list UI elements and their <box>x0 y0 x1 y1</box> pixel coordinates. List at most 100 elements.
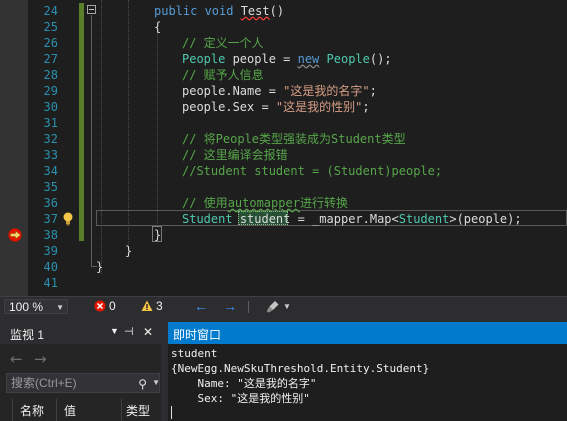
breakpoint-arrow-icon[interactable] <box>8 228 24 242</box>
code-token-type: Student <box>398 212 450 226</box>
code-token-comment: // 定义一个人 <box>182 36 264 50</box>
immediate-window-title: 即时窗口 <box>173 328 222 342</box>
watch-panel-header[interactable]: 监视 1 ▼ ⊣ ✕ <box>0 322 161 344</box>
code-line-32: // 将People类型强装成为Student类型 <box>182 131 406 147</box>
code-token-type: Student <box>182 212 233 226</box>
text-caret <box>171 406 172 419</box>
error-icon[interactable] <box>94 300 106 312</box>
code-line-30: people.Sex = "这是我的性别"; <box>182 99 370 115</box>
code-token-type: People <box>182 52 226 66</box>
chevron-down-icon: ▼ <box>56 303 64 312</box>
code-token-text: (); <box>369 52 392 66</box>
line-number: 30 <box>43 100 58 114</box>
column-divider <box>12 399 13 421</box>
arrow-left-icon[interactable]: ← <box>10 350 23 368</box>
zoom-value: 100 % <box>9 300 44 314</box>
code-token-comment: // 将People类型强装成为Student类型 <box>182 132 406 146</box>
line-number: 34 <box>43 164 58 178</box>
chevron-down-icon[interactable]: ▼ <box>110 326 119 336</box>
lightbulb-icon[interactable] <box>60 211 76 227</box>
code-token-comment: // 这里编译会报错 <box>182 148 288 162</box>
zoom-select[interactable]: 100 % ▼ <box>4 299 68 314</box>
code-line-39: } <box>125 244 133 258</box>
code-token-text: people.Name = <box>182 84 284 98</box>
code-line-29: people.Name = "这是我的名字"; <box>182 83 377 99</box>
line-number: 33 <box>43 148 58 162</box>
code-token-text: ; <box>369 84 377 98</box>
code-line-24: public void Test() <box>154 3 284 19</box>
output-line: Name: "这是我的名字" <box>171 377 317 390</box>
line-number: 32 <box>43 132 58 146</box>
code-token-text: () <box>269 4 285 18</box>
fold-guide-line <box>91 15 92 267</box>
line-number: 26 <box>43 36 58 50</box>
code-token-method: Test <box>240 4 270 18</box>
toolbar-separator <box>248 301 249 313</box>
code-token-string: "这是我的名字" <box>283 84 370 98</box>
code-line-33: // 这里编译会报错 <box>182 147 288 163</box>
code-token-keyword: public void <box>154 4 241 18</box>
immediate-window[interactable]: 即时窗口 student {NewEgg.NewSkuThreshold.Ent… <box>168 322 567 421</box>
line-number: 25 <box>43 20 58 34</box>
pin-icon[interactable]: ⊣ <box>124 325 134 338</box>
change-tracking-bar <box>79 3 84 241</box>
watch-column-header: 名称 值 类型 <box>0 399 161 421</box>
glyph-margin[interactable] <box>0 0 28 296</box>
column-header-value[interactable]: 值 <box>64 402 76 419</box>
line-number: 40 <box>43 260 58 274</box>
navigate-forward-icon[interactable]: → <box>223 299 237 314</box>
watch-panel-title: 监视 1 <box>10 328 45 342</box>
code-token-text: people = <box>225 52 298 66</box>
watch-search-placeholder: 搜索(Ctrl+E) <box>11 376 77 390</box>
line-number: 39 <box>43 244 58 258</box>
watch-panel[interactable]: 监视 1 ▼ ⊣ ✕ ← → 搜索(Ctrl+E) ⚲ ▼ 名称 值 类型 <box>0 322 161 421</box>
line-number: 27 <box>43 52 58 66</box>
warning-icon[interactable] <box>141 300 153 312</box>
code-token-comment: //Student student = (Student)people; <box>182 164 443 178</box>
line-number: 35 <box>43 180 58 194</box>
immediate-output[interactable]: student {NewEgg.NewSkuThreshold.Entity.S… <box>171 346 561 406</box>
code-token-comment: automapper <box>227 196 300 210</box>
error-count[interactable]: 0 <box>109 299 116 314</box>
immediate-window-header[interactable]: 即时窗口 <box>168 322 567 344</box>
code-token-comment: // 使用 <box>182 196 228 210</box>
code-token-comment: // 赋予人信息 <box>182 68 264 82</box>
chevron-down-icon[interactable]: ▼ <box>152 374 160 392</box>
code-token-comment: 进行转换 <box>299 196 348 210</box>
code-line-38: } <box>154 228 162 242</box>
code-token-text: ; <box>362 100 370 114</box>
indent-guide <box>101 0 102 274</box>
code-editor[interactable]: 24 25 26 27 28 29 30 31 32 33 34 35 36 3… <box>0 0 567 296</box>
code-line-26: // 定义一个人 <box>182 35 264 51</box>
code-line-36: // 使用automapper进行转换 <box>182 195 348 211</box>
code-cleanup-brush-icon[interactable] <box>266 300 280 313</box>
code-token-variable: student <box>239 212 291 226</box>
line-number: 38 <box>43 228 58 242</box>
arrow-right-icon[interactable]: → <box>34 350 47 368</box>
editor-status-strip: 100 % ▼ 0 3 ← → ▼ <box>0 296 567 316</box>
code-area[interactable]: public void Test() { // 定义一个人 People peo… <box>96 0 567 296</box>
code-line-40: } <box>96 260 104 274</box>
line-number: 37 <box>43 212 58 226</box>
navigate-back-icon[interactable]: ← <box>194 299 208 314</box>
output-line: Sex: "这是我的性别" <box>171 392 310 405</box>
code-token-text: people.Sex = <box>182 100 276 114</box>
search-icon[interactable]: ⚲ <box>138 375 147 393</box>
code-token-string: "这是我的性别" <box>275 100 363 114</box>
code-line-28: // 赋予人信息 <box>182 67 264 83</box>
column-header-type[interactable]: 类型 <box>126 402 161 419</box>
column-header-name[interactable]: 名称 <box>20 402 44 419</box>
line-number: 28 <box>43 68 58 82</box>
chevron-down-icon[interactable]: ▼ <box>283 299 291 314</box>
code-line-25: { <box>154 20 162 34</box>
close-icon[interactable]: ✕ <box>143 325 153 339</box>
line-number: 36 <box>43 196 58 210</box>
watch-search-input[interactable]: 搜索(Ctrl+E) ⚲ ▼ <box>6 373 160 393</box>
line-number: 31 <box>43 116 58 130</box>
code-line-34: //Student student = (Student)people; <box>182 163 442 179</box>
collapse-icon[interactable] <box>87 5 96 14</box>
warning-count[interactable]: 3 <box>156 299 163 314</box>
output-line: student <box>171 347 218 360</box>
